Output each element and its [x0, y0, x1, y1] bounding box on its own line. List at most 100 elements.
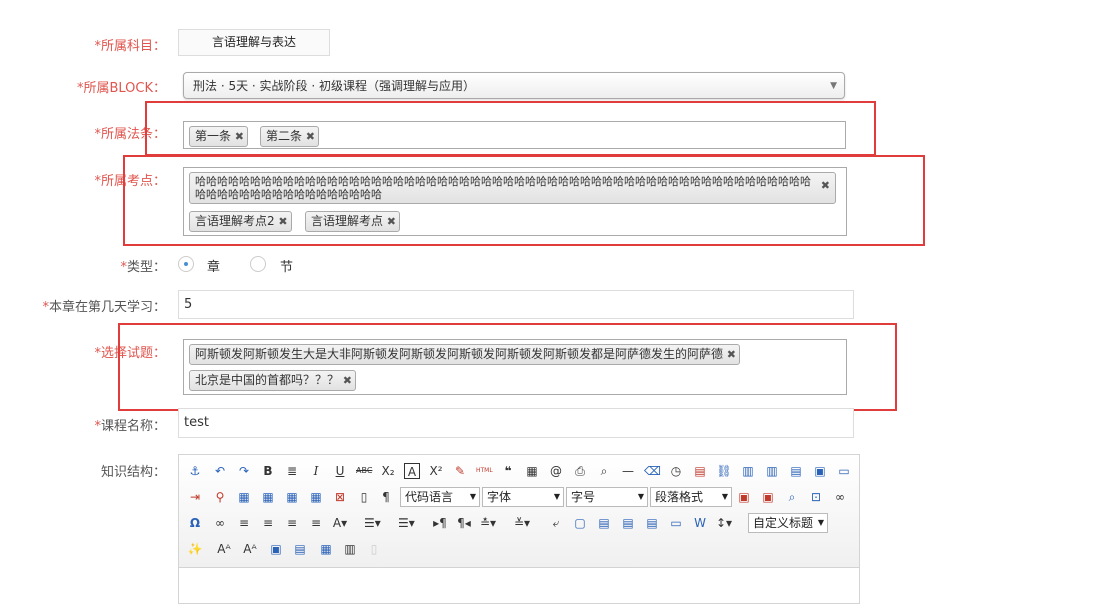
video-icon[interactable]: ▭	[668, 515, 684, 531]
delete-table-icon[interactable]: ⊠	[332, 489, 348, 505]
map-icon[interactable]: ⊡	[808, 489, 824, 505]
bold-icon[interactable]: B	[260, 463, 276, 479]
caret-down-icon: ▼	[817, 518, 824, 527]
at-icon[interactable]: @	[548, 463, 564, 479]
line-height-icon[interactable]: ↕▾	[716, 515, 732, 531]
type-option-section: 节	[280, 260, 294, 275]
font-size-up-icon[interactable]: Aᴬ	[216, 541, 232, 557]
table-insert-icon[interactable]: ▥	[740, 463, 756, 479]
knowledge-label: 知识结构：	[100, 465, 166, 480]
type-label: *类型：	[120, 260, 166, 275]
caret-down-icon: ▼	[637, 492, 644, 501]
table-cell-icon[interactable]: ▣	[812, 463, 828, 479]
type-radio-section[interactable]	[250, 256, 266, 272]
new-page-icon[interactable]: ▯	[356, 489, 372, 505]
chevron-down-icon: ▼	[830, 81, 837, 91]
course-label: *课程名称：	[94, 419, 166, 434]
code-language-dropdown[interactable]: 代码语言 ▼	[400, 487, 480, 507]
table-icon[interactable]: ▦	[318, 541, 334, 557]
block-select[interactable]: 刑法 · 5天 · 实战阶段 · 初级课程（强调理解与应用） ▼	[183, 72, 845, 99]
superscript-icon[interactable]: X²	[428, 463, 444, 479]
clock-icon[interactable]: ◷	[668, 463, 684, 479]
block-label: *所属BLOCK：	[76, 81, 166, 96]
align-right-icon[interactable]: ≡	[260, 515, 276, 531]
image-icon[interactable]: ▣	[736, 489, 752, 505]
indent-icon[interactable]: ≣	[284, 463, 300, 479]
align-justify-icon[interactable]: ≡	[308, 515, 324, 531]
rtl-icon[interactable]: ¶◂	[456, 515, 472, 531]
fullscreen-icon[interactable]: ▭	[836, 463, 852, 479]
ltr-icon[interactable]: ▸¶	[432, 515, 448, 531]
font-border-icon[interactable]: A	[404, 463, 420, 479]
align-left-icon[interactable]: ≡	[236, 515, 252, 531]
subscript-icon[interactable]: X₂	[380, 463, 396, 479]
html-source-icon[interactable]: HTML	[476, 463, 493, 479]
editor-toolbar: ⚓ ↶ ↷ B ≣ I U ABC X₂ A X² ✎ HTML ❝ ▦ @ ⎙…	[179, 455, 859, 568]
underline-icon[interactable]: U	[332, 463, 348, 479]
image-right-icon[interactable]: ▤	[620, 515, 636, 531]
image-none-icon[interactable]: ▢	[572, 515, 588, 531]
preview-icon[interactable]: ⌕	[596, 463, 612, 479]
table-grid-icon[interactable]: ▦	[308, 489, 324, 505]
document-icon[interactable]: ▯	[366, 541, 382, 557]
format-brush-icon[interactable]: ✎	[452, 463, 468, 479]
strikethrough-icon[interactable]: ABC	[356, 463, 372, 479]
image-center-icon[interactable]: ▤	[644, 515, 660, 531]
paste-plain-icon[interactable]: ▦	[524, 463, 540, 479]
print-icon[interactable]: ⎙	[572, 463, 588, 479]
template-icon[interactable]: ▤	[292, 541, 308, 557]
search-replace-icon[interactable]: ⌕	[784, 489, 800, 505]
rich-text-editor[interactable]: ⚓ ↶ ↷ B ≣ I U ABC X₂ A X² ✎ HTML ❝ ▦ @ ⎙…	[178, 454, 860, 604]
label-column: *所属科目： *所属BLOCK： *所属法条： *所属考点： *类型： *本章在…	[0, 0, 166, 595]
paragraph-icon[interactable]: ¶	[378, 489, 394, 505]
unordered-list-icon[interactable]: ☰▾	[398, 515, 415, 531]
custom-heading-dropdown[interactable]: 自定义标题 ▼	[748, 513, 828, 533]
day-label: *本章在第几天学习：	[42, 300, 166, 315]
table-grid-icon[interactable]: ▦	[260, 489, 276, 505]
table-grid-icon[interactable]: ▦	[284, 489, 300, 505]
table-row-icon[interactable]: ▤	[788, 463, 804, 479]
binoculars-icon[interactable]: ∞	[212, 515, 228, 531]
table-grid-icon[interactable]: ▦	[236, 489, 252, 505]
insert-row-icon[interactable]: ⇥	[187, 489, 203, 505]
multi-image-icon[interactable]: ▣	[760, 489, 776, 505]
row-spacing-top-icon[interactable]: ≛▾	[480, 515, 496, 531]
align-center-icon[interactable]: ≡	[284, 515, 300, 531]
course-name-input[interactable]: test	[178, 408, 854, 438]
font-size-dropdown[interactable]: 字号 ▼	[566, 487, 648, 507]
word-image-icon[interactable]: W	[692, 515, 708, 531]
anchor-icon[interactable]: ⚓	[187, 463, 203, 479]
caret-down-icon: ▼	[553, 492, 560, 501]
magic-wand-icon[interactable]: ✨	[187, 541, 203, 557]
undo-icon[interactable]: ↶	[212, 463, 228, 479]
highlight-box	[145, 101, 876, 156]
page-break-icon[interactable]: ⤶	[548, 515, 564, 531]
row-spacing-bottom-icon[interactable]: ≚▾	[514, 515, 530, 531]
attachment-icon[interactable]: ▣	[268, 541, 284, 557]
image-left-icon[interactable]: ▤	[596, 515, 612, 531]
day-input[interactable]: 5	[178, 290, 854, 319]
horizontal-rule-icon[interactable]: —	[620, 463, 636, 479]
font-size-down-icon[interactable]: Aᴬ	[242, 541, 258, 557]
ordered-list-icon[interactable]: ☰▾	[364, 515, 381, 531]
redo-icon[interactable]: ↷	[236, 463, 252, 479]
link-icon[interactable]: ⛓	[716, 463, 732, 479]
special-char-icon[interactable]: Ω	[187, 515, 203, 531]
paste-icon[interactable]: ▥	[342, 541, 358, 557]
subject-label: *所属科目：	[94, 39, 166, 54]
calendar-icon[interactable]: ▤	[692, 463, 708, 479]
eraser-icon[interactable]: ⌫	[644, 463, 661, 479]
type-radio-chapter[interactable]	[178, 256, 194, 272]
font-dropdown[interactable]: 字体 ▼	[482, 487, 564, 507]
block-select-value: 刑法 · 5天 · 实战阶段 · 初级课程（强调理解与应用）	[193, 79, 475, 93]
unlink-icon[interactable]: ∞	[832, 489, 848, 505]
paragraph-format-dropdown[interactable]: 段落格式 ▼	[650, 487, 732, 507]
caret-down-icon: ▼	[721, 492, 728, 501]
italic-icon[interactable]: I	[308, 463, 324, 479]
merge-icon[interactable]: ⚲	[212, 489, 228, 505]
highlight-box	[118, 323, 897, 411]
type-option-chapter: 章	[207, 260, 221, 275]
font-color-icon[interactable]: A▾	[332, 515, 348, 531]
table-col-icon[interactable]: ▥	[764, 463, 780, 479]
blockquote-icon[interactable]: ❝	[500, 463, 516, 479]
